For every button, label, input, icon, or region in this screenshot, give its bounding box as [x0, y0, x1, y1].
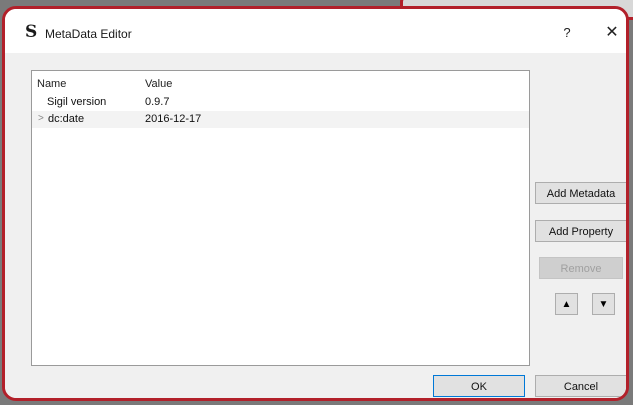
dialog-client-area: Name Value Sigil version 0.9.7 > dc:date… [5, 53, 626, 398]
move-up-button[interactable]: ▲ [555, 293, 578, 315]
close-button[interactable]: ✕ [603, 23, 621, 43]
column-header-value[interactable]: Value [145, 78, 172, 90]
arrow-down-icon: ▼ [598, 299, 609, 310]
title-bar: S MetaData Editor ? ✕ [5, 9, 626, 53]
cancel-button[interactable]: Cancel [535, 375, 626, 397]
expand-arrow-icon[interactable]: > [38, 113, 44, 124]
tree-row[interactable]: Sigil version 0.9.7 [32, 94, 529, 111]
row-value: 0.9.7 [145, 96, 170, 108]
add-metadata-button[interactable]: Add Metadata [535, 182, 626, 204]
ok-button[interactable]: OK [433, 375, 525, 397]
help-button[interactable]: ? [558, 23, 576, 43]
row-name: Sigil version [47, 96, 107, 108]
metadata-editor-dialog: S MetaData Editor ? ✕ Name Value Sigil v… [2, 6, 629, 401]
add-property-button[interactable]: Add Property [535, 220, 626, 242]
row-value: 2016-12-17 [145, 113, 202, 125]
arrow-up-icon: ▲ [561, 299, 572, 310]
dialog-title: MetaData Editor [45, 27, 132, 41]
remove-button[interactable]: Remove [539, 257, 623, 279]
metadata-tree[interactable]: Name Value Sigil version 0.9.7 > dc:date… [31, 70, 530, 366]
row-name: dc:date [48, 113, 85, 125]
sigil-icon: S [25, 22, 38, 42]
tree-row[interactable]: > dc:date 2016-12-17 [32, 111, 529, 128]
tree-header: Name Value [32, 71, 529, 93]
column-header-name[interactable]: Name [37, 78, 66, 90]
move-down-button[interactable]: ▼ [592, 293, 615, 315]
